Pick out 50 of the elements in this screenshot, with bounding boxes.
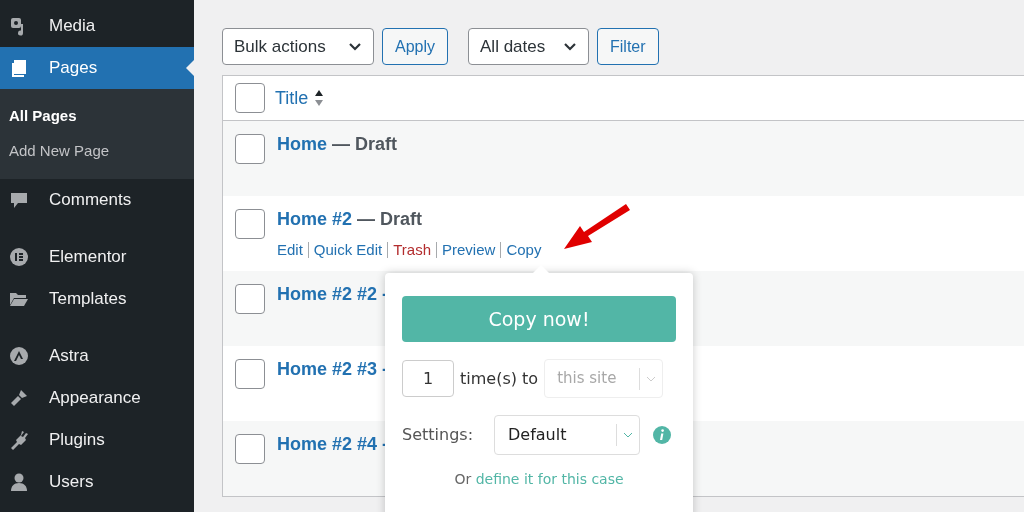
date-filter-select[interactable]: All dates: [468, 28, 590, 65]
checkbox[interactable]: [235, 284, 265, 314]
bulk-actions-select[interactable]: Bulk actions: [222, 28, 374, 65]
row-action-link[interactable]: Edit: [277, 238, 303, 262]
paintbrush-icon: [9, 388, 29, 408]
apply-button[interactable]: Apply: [382, 28, 449, 65]
page-status: — Draft: [357, 207, 423, 231]
define-settings-text: Or define it for this case: [453, 470, 625, 489]
menu-item[interactable]: Templates: [0, 278, 194, 320]
menu-item[interactable]: Media: [0, 5, 194, 47]
plug-icon: [9, 430, 29, 450]
checkbox[interactable]: [235, 209, 265, 239]
circle-e-icon: [9, 247, 29, 267]
info-icon[interactable]: [653, 426, 671, 444]
chevron-icon: [639, 367, 657, 390]
current-notch: [186, 60, 194, 76]
menu-item[interactable]: Plugins: [0, 419, 194, 461]
circle-a-icon: [9, 346, 29, 366]
menu-item[interactable]: Appearance: [0, 377, 194, 419]
row-action-link[interactable]: Preview: [442, 238, 496, 262]
title-column-header[interactable]: Title: [275, 84, 325, 112]
settings-select[interactable]: Default: [494, 415, 640, 455]
row-action-link[interactable]: Quick Edit: [313, 238, 383, 262]
checkbox[interactable]: [235, 359, 265, 389]
row-action-link[interactable]: Copy: [506, 238, 542, 262]
page-status: — Draft: [332, 132, 398, 156]
menu-item[interactable]: Comments: [0, 179, 194, 221]
chevron-icon: [563, 41, 578, 52]
times-input[interactable]: 1: [402, 360, 454, 397]
menu-item[interactable]: Astra: [0, 335, 194, 377]
chevron-icon: [616, 424, 633, 446]
checkbox[interactable]: [235, 434, 265, 464]
filter-button[interactable]: Filter: [597, 28, 659, 65]
user-icon: [9, 472, 29, 492]
menu-item[interactable]: Elementor: [0, 236, 194, 278]
page-title-link[interactable]: Home: [277, 130, 327, 158]
submenu-item[interactable]: Add New Page: [0, 138, 194, 164]
chevron-icon: [348, 41, 362, 52]
times-label: time(s) to: [460, 367, 539, 390]
checkbox[interactable]: [235, 83, 265, 113]
speech-bubble-icon: [9, 190, 29, 210]
submenu-item[interactable]: All Pages: [0, 103, 194, 129]
row-action-link[interactable]: Trash: [393, 238, 431, 262]
pages-icon: [9, 58, 29, 78]
checkbox[interactable]: [235, 134, 265, 164]
menu-item[interactable]: Pages: [0, 47, 194, 89]
sort-icon: [314, 88, 325, 108]
page-title-link[interactable]: Home #2: [277, 205, 353, 233]
menu-item[interactable]: Users: [0, 461, 194, 503]
settings-label: Settings:: [402, 424, 474, 446]
